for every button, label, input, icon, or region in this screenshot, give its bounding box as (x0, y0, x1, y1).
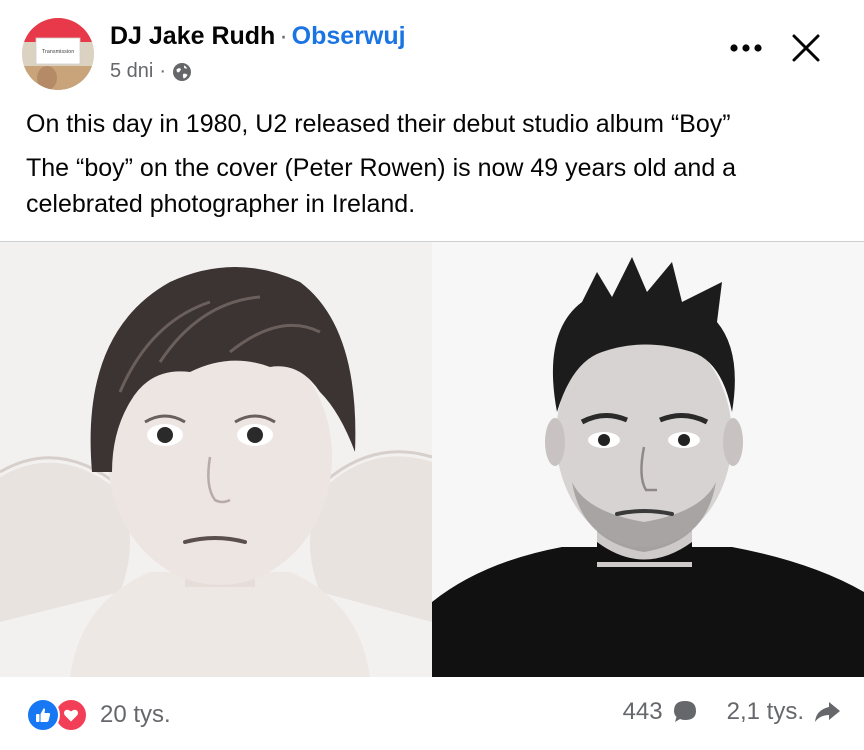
post-time[interactable]: 5 dni (110, 60, 153, 83)
author-separator: · (279, 22, 288, 50)
avatar-image: Transmission (22, 18, 94, 90)
post-text-line-2: The “boy” on the cover (Peter Rowen) is … (26, 154, 737, 218)
author-line: DJ Jake Rudh · Obserwuj (110, 22, 406, 51)
boy-portrait-illustration (0, 242, 432, 677)
post-photos (0, 242, 864, 677)
close-icon (792, 34, 820, 62)
shares-count: 2,1 tys. (726, 698, 804, 725)
heart-icon (64, 709, 78, 722)
reaction-count: 20 tys. (100, 701, 171, 728)
share-arrow-icon (815, 702, 840, 722)
author-avatar[interactable]: Transmission (22, 18, 94, 90)
post-header: Transmission DJ Jake Rudh · Obserwuj 5 dni… (0, 0, 864, 100)
author-name[interactable]: DJ Jake Rudh (110, 22, 275, 50)
comments-count: 443 (622, 698, 663, 725)
reactions-summary[interactable]: 20 tys. (26, 698, 171, 732)
man-portrait-photo[interactable] (432, 242, 864, 677)
follow-button[interactable]: Obserwuj (292, 22, 406, 50)
comment-bubble-icon (673, 701, 696, 722)
time-separator: · (159, 60, 167, 82)
post-meta: 5 dni · (110, 60, 192, 83)
album-cover-boy-photo[interactable] (0, 242, 432, 677)
post-footer: 20 tys. 443 2,1 tys. (0, 680, 864, 750)
avatar-text: Transmission (42, 49, 75, 55)
shares-stat[interactable]: 2,1 tys. (727, 698, 842, 726)
post-text-line-1: On this day in 1980, U2 released their d… (26, 110, 731, 138)
post-stats: 443 2,1 tys. (623, 698, 842, 726)
man-portrait-illustration (432, 242, 864, 677)
more-dots-icon (730, 44, 762, 52)
thumbs-up-icon (36, 708, 51, 722)
like-reaction-icon (26, 698, 60, 732)
more-options-button[interactable] (724, 30, 768, 66)
close-button[interactable] (784, 26, 828, 70)
globe-icon (173, 62, 192, 81)
comments-stat[interactable]: 443 (623, 698, 699, 726)
